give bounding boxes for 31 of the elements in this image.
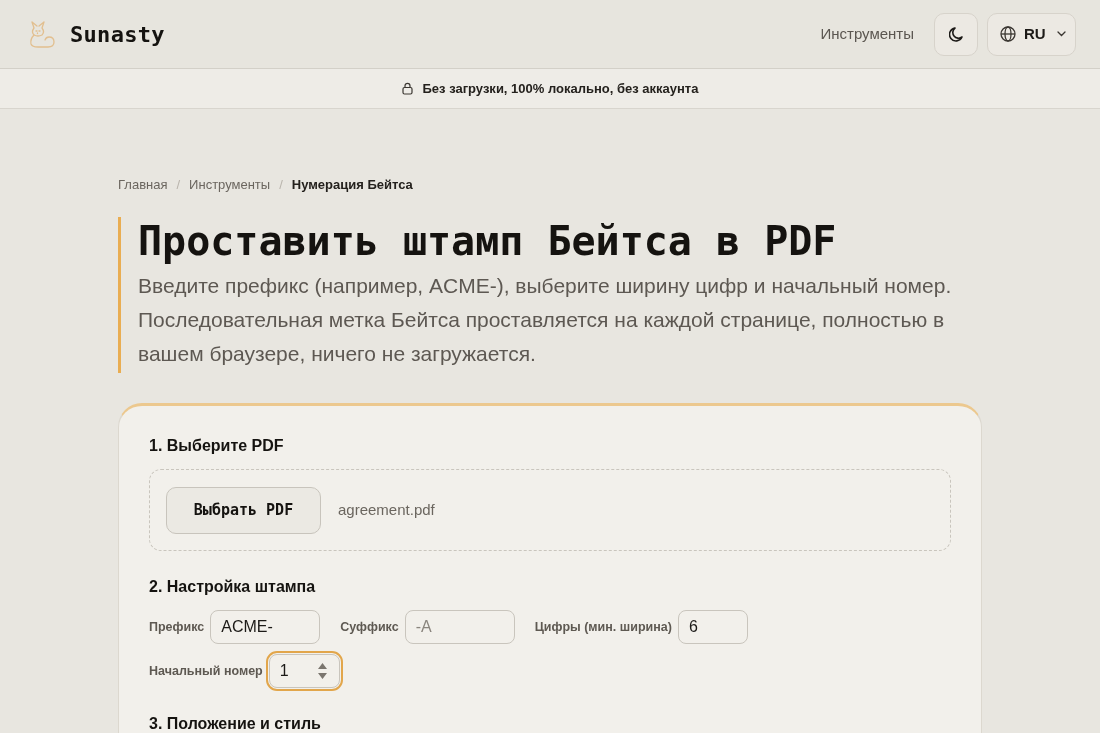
nav-link[interactable]: Инструменты: [820, 22, 914, 46]
breadcrumb-separator: /: [176, 176, 181, 195]
text-field[interactable]: 6: [677, 610, 748, 644]
lock-icon: [401, 82, 413, 95]
moon-icon: [949, 26, 963, 42]
language-button[interactable]: RU: [987, 12, 1076, 56]
section-heading: 3. Положение и стиль: [149, 714, 322, 733]
text-field[interactable]: -A: [404, 610, 515, 644]
text-field[interactable]: ACME-: [210, 610, 321, 644]
breadcrumb-separator: /: [279, 176, 283, 195]
file-name: agreement.pdf: [338, 499, 435, 520]
theme-toggle-button[interactable]: [934, 12, 978, 56]
breadcrumb-current-page: Нумерация Бейтса: [291, 176, 413, 195]
spinner-arrows-icon[interactable]: [317, 663, 327, 679]
field-label: Суффикс: [340, 618, 399, 636]
logo-text: Sunasty: [70, 20, 165, 49]
choose-pdf-button[interactable]: Выбрать PDF: [166, 486, 321, 534]
field-label: Начальный номер: [149, 662, 263, 680]
page-title: Проставить штамп Бейтса в PDF: [138, 217, 838, 265]
privacy-notice: Без загрузки, 100% локально, без аккаунта: [422, 79, 699, 98]
breadcrumb-link[interactable]: Главная: [118, 175, 168, 195]
file-drop-zone[interactable]: Выбрать PDF agreement.pdf: [149, 469, 951, 551]
field-label: Префикс: [149, 618, 205, 636]
breadcrumb-link[interactable]: Инструменты: [189, 175, 271, 195]
field-label: Цифры (мин. ширина): [534, 618, 672, 636]
page-description: Введите префикс (например, ACME-), выберите ширину цифр и начальный номер. Последовательная метка Бейтса проставляется на каждой странице, полностью в вашем браузере, ничего не загружается.: [138, 273, 953, 367]
section-heading: 1. Выберите PDF: [149, 436, 285, 456]
chevron-down-icon: [1056, 31, 1066, 37]
globe-icon: [1000, 26, 1016, 42]
number-field[interactable]: 1: [268, 654, 340, 688]
section-heading: 2. Настройка штампа: [149, 577, 317, 597]
